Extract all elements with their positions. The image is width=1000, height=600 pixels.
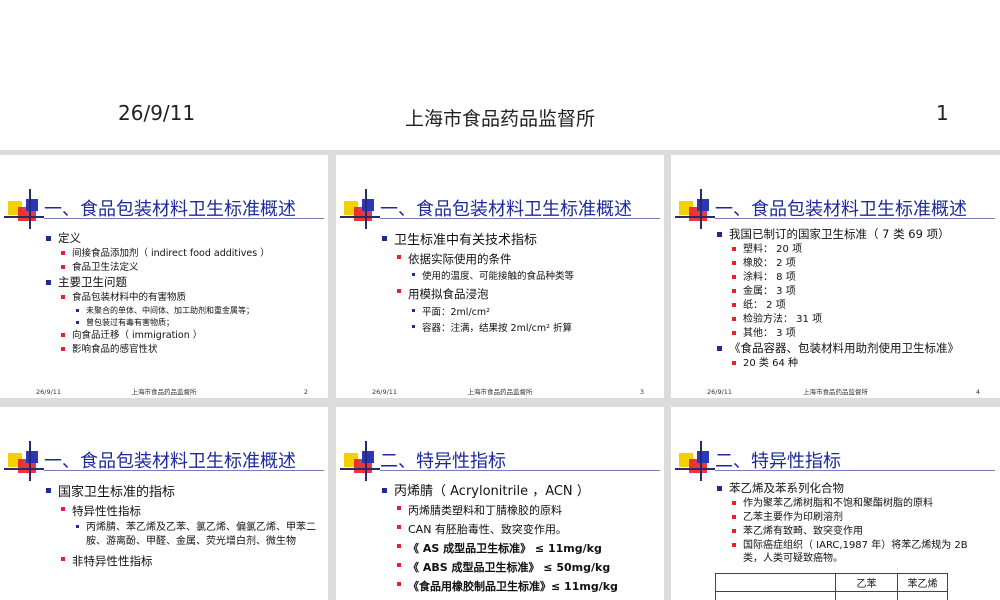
sub-bullet: 间接食品添加剂（ indirect food additives ） — [46, 247, 322, 260]
footer-title: 上海市食品药品监督所 — [467, 388, 533, 396]
sub-bullet: 涂料： 8 项 — [717, 271, 994, 284]
bullet: 卫生标准中有关技术指标 — [382, 231, 658, 250]
sub-bullet: 塑料： 20 项 — [717, 243, 994, 256]
sub-bullet: 20 类 64 种 — [717, 357, 994, 370]
sub-bullet: 金属： 3 项 — [717, 285, 994, 298]
bullet: 我国已制订的国家卫生标准（ 7 类 69 项） — [717, 227, 994, 242]
sub-bullet: 作为聚苯乙烯树脂和不饱和聚酯树脂的原料 — [717, 497, 994, 510]
slide-decoration-icon — [4, 441, 44, 481]
title-underline — [715, 470, 995, 471]
header-title: 上海市食品药品监督所 — [404, 108, 595, 130]
bullet: 主要卫生问题 — [46, 275, 322, 290]
slide-body: 丙烯腈（ Acrylonitrile ，ACN ） 丙烯腈类塑料和丁腈橡胶的原料… — [382, 483, 658, 597]
footer-page-number: 2 — [303, 388, 308, 396]
sub-bullet: 非特异性性指标 — [46, 553, 322, 570]
slide-decoration-icon — [4, 189, 44, 229]
slide-decoration-icon — [340, 189, 380, 229]
table-header-cell — [715, 573, 836, 592]
sub-bullet: 向食品迁移（ immigration ） — [46, 329, 322, 342]
header-page-number: 1 — [936, 101, 949, 125]
sub-bullet: 依据实际使用的条件 — [382, 251, 658, 268]
sub-bullet: 苯乙烯有致畸、致突变作用 — [717, 525, 994, 538]
slide-thumbnail-5[interactable]: 一、食品包装材料卫生标准概述 国家卫生标准的指标 特异性性指标 丙烯腈、苯乙烯及… — [0, 407, 328, 600]
slide-decoration-icon — [340, 441, 380, 481]
sub-bullet: 《 ABS 成型品卫生标准》 ≤ 50mg/kg — [382, 559, 658, 577]
sub-sub-bullet: 曾包装过有毒有害物质； — [46, 317, 322, 329]
slide-thumbnail-3[interactable]: 一、食品包装材料卫生标准概述 卫生标准中有关技术指标 依据实际使用的条件 使用的… — [336, 155, 664, 398]
title-underline — [44, 470, 324, 471]
sub-sub-bullet: 丙烯腈、苯乙烯及乙苯、氯乙烯、偏氯乙烯、甲苯二胺、游离酚、甲醛、金属、荧光增白剂… — [46, 521, 316, 549]
sub-bullet: CAN 有胚胎毒性、致突变作用。 — [382, 521, 658, 539]
slide-body: 国家卫生标准的指标 特异性性指标 丙烯腈、苯乙烯及乙苯、氯乙烯、偏氯乙烯、甲苯二… — [46, 483, 322, 571]
slide-body: 我国已制订的国家卫生标准（ 7 类 69 项） 塑料： 20 项 橡胶： 2 项… — [717, 227, 994, 371]
footer-title: 上海市食品药品监督所 — [131, 388, 197, 396]
table-row — [715, 591, 948, 600]
sub-bullet: 用模拟食品浸泡 — [382, 285, 658, 304]
slide-decoration-icon — [675, 441, 715, 481]
sub-bullet: 丙烯腈类塑料和丁腈橡胶的原料 — [382, 502, 658, 520]
slide-thumbnail-4[interactable]: 一、食品包装材料卫生标准概述 我国已制订的国家卫生标准（ 7 类 69 项） 塑… — [671, 155, 1000, 398]
bullet: 苯乙烯及苯系列化合物 — [717, 481, 994, 496]
table-cell — [835, 591, 898, 600]
slide-thumbnail-6[interactable]: 二、特异性指标 丙烯腈（ Acrylonitrile ，ACN ） 丙烯腈类塑料… — [336, 407, 664, 600]
sub-bullet: 《食品用橡胶制品卫生标准》≤ 11mg/kg — [382, 578, 658, 596]
slide-thumbnail-7[interactable]: 二、特异性指标 苯乙烯及苯系列化合物 作为聚苯乙烯树脂和不饱和聚酯树脂的原料 乙… — [671, 407, 1000, 600]
sub-bullet: 国际癌症组织（ IARC,1987 年）将苯乙烯规为 2B 类，人类可疑致癌物。 — [717, 539, 977, 565]
sub-bullet: 特异性性指标 — [46, 503, 322, 520]
sub-sub-bullet: 未聚合的单体、中间体、加工助剂和重金属等； — [46, 305, 322, 317]
footer-page-number: 4 — [975, 388, 980, 396]
slide-decoration-icon — [675, 189, 715, 229]
table-cell — [897, 591, 948, 600]
title-underline — [380, 470, 660, 471]
footer-page-number: 3 — [639, 388, 644, 396]
bullet: 国家卫生标准的指标 — [46, 483, 322, 502]
bullet: 定义 — [46, 231, 322, 246]
sub-bullet: 其他： 3 项 — [717, 327, 994, 340]
sub-bullet: 检验方法： 31 项 — [717, 313, 994, 326]
title-underline — [380, 218, 660, 219]
sub-bullet: 纸： 2 项 — [717, 299, 994, 312]
sub-sub-bullet: 使用的温度、可能接触的食品种类等 — [382, 269, 658, 285]
bullet: 丙烯腈（ Acrylonitrile ，ACN ） — [382, 483, 658, 501]
sub-bullet: 食品包装材料中的有害物质 — [46, 291, 322, 304]
sub-sub-bullet: 平面：2ml/cm² — [382, 305, 658, 321]
table-row: 乙苯 苯乙烯 — [715, 573, 948, 592]
sub-bullet: 食品卫生法定义 — [46, 261, 322, 274]
sub-sub-bullet: 容器：注满，结果按 2ml/cm² 折算 — [382, 321, 658, 337]
title-underline — [715, 218, 995, 219]
footer-title: 上海市食品药品监督所 — [803, 388, 868, 396]
table-cell — [715, 591, 836, 600]
slide-body: 卫生标准中有关技术指标 依据实际使用的条件 使用的温度、可能接触的食品种类等 用… — [382, 231, 658, 337]
sub-bullet: 影响食品的感官性状 — [46, 343, 322, 356]
sub-bullet: 橡胶： 2 项 — [717, 257, 994, 270]
table-header-cell: 乙苯 — [835, 573, 898, 592]
notes-header-page: 26/9/11 上海市食品药品监督所 1 — [0, 0, 1000, 150]
table-header-cell: 苯乙烯 — [897, 573, 948, 592]
sub-bullet: 《 AS 成型品卫生标准》 ≤ 11mg/kg — [382, 540, 658, 558]
sub-bullet: 乙苯主要作为印刷溶剂 — [717, 511, 994, 524]
slide-thumbnail-2[interactable]: 一、食品包装材料卫生标准概述 定义 间接食品添加剂（ indirect food… — [0, 155, 328, 398]
title-underline — [44, 218, 324, 219]
slide-body: 苯乙烯及苯系列化合物 作为聚苯乙烯树脂和不饱和聚酯树脂的原料 乙苯主要作为印刷溶… — [717, 481, 994, 566]
slide-body: 定义 间接食品添加剂（ indirect food additives ） 食品… — [46, 231, 322, 357]
bullet: 《食品容器、包装材料用助剂使用卫生标准》 — [717, 341, 994, 356]
data-table: 乙苯 苯乙烯 — [715, 573, 948, 600]
